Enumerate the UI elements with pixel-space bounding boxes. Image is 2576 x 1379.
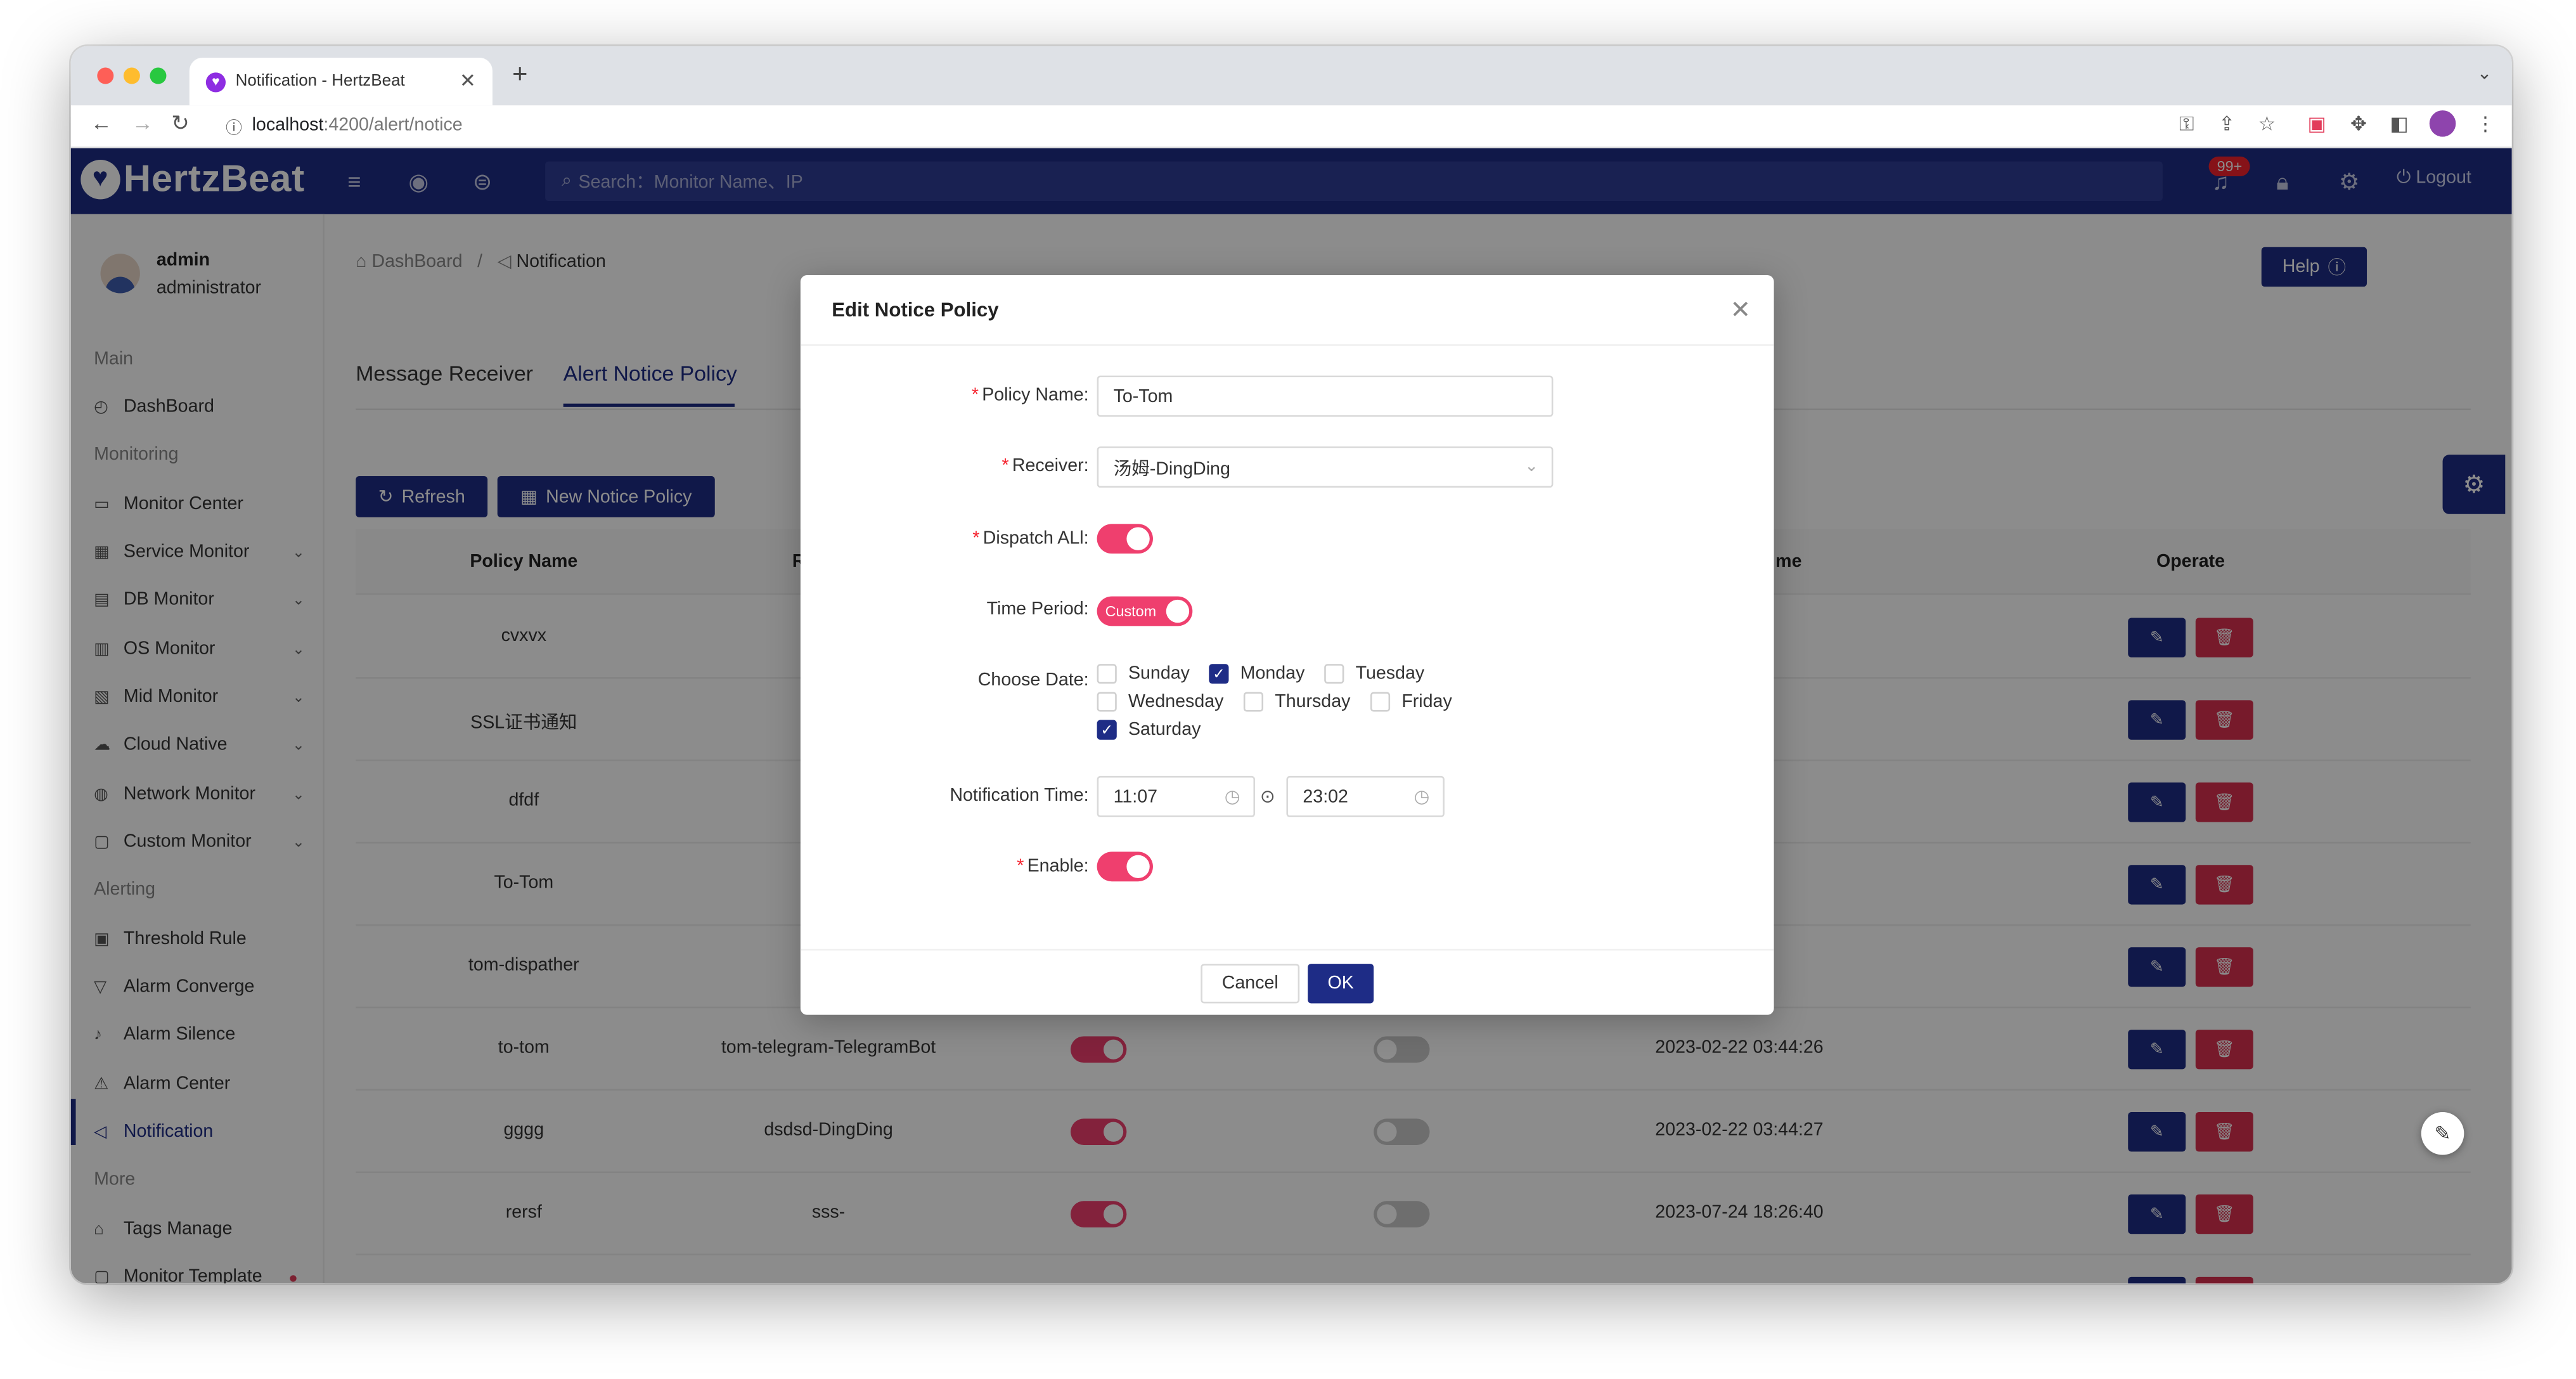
close-icon[interactable]: ✕ — [1730, 295, 1751, 325]
tab-title: Notification - HertzBeat — [235, 72, 405, 91]
label-text: Dispatch ALl — [982, 529, 1084, 549]
forward-icon[interactable]: → — [132, 110, 153, 135]
tab-search-chevron-icon[interactable]: ⌄ — [2477, 63, 2492, 84]
dispatch-all-toggle[interactable] — [1097, 524, 1153, 554]
day-label: Monday — [1240, 664, 1305, 684]
label-text: Enable — [1027, 857, 1084, 877]
day-checkbox-thursday[interactable]: Thursday — [1243, 692, 1351, 712]
edit-notice-policy-dialog: Edit Notice Policy ✕ * Policy Name: To-To… — [800, 275, 1774, 1015]
cancel-button[interactable]: Cancel — [1201, 964, 1300, 1004]
browser-tab-strip: ♥ Notification - HertzBeat ✕ + ⌄ — [70, 46, 2512, 106]
toggle-knob — [1166, 599, 1190, 623]
profile-avatar[interactable] — [2429, 110, 2456, 137]
required-mark: * — [1017, 857, 1024, 877]
enable-label: * Enable: — [1017, 857, 1089, 877]
day-checkbox-saturday[interactable]: ✓ Saturday — [1097, 720, 1201, 740]
day-checkbox-sunday[interactable]: Sunday — [1097, 664, 1190, 684]
label-text: Time Period — [986, 599, 1084, 620]
dialog-header: Edit Notice Policy ✕ — [800, 275, 1774, 346]
dialog-title: Edit Notice Policy — [832, 298, 999, 321]
close-tab-icon[interactable]: ✕ — [460, 69, 476, 92]
side-panel-icon[interactable]: ◧ — [2390, 112, 2408, 135]
day-label: Friday — [1401, 692, 1452, 712]
extensions-icon[interactable]: ✥ — [2350, 112, 2367, 135]
address-bar: ← → ↻ ⓘ localhost:4200/alert/notice ⚿ ⇪ … — [70, 105, 2512, 148]
browser-window: ♥ Notification - HertzBeat ✕ + ⌄ ← → ↻ ⓘ… — [70, 46, 2512, 1284]
reload-icon[interactable]: ↻ — [171, 110, 189, 137]
toggle-knob — [1126, 855, 1150, 879]
receiver-value: 汤姆-DingDing — [1113, 458, 1230, 479]
toggle-knob — [1126, 527, 1150, 550]
checkbox-box — [1097, 664, 1117, 684]
policy-name-label: * Policy Name: — [971, 385, 1089, 406]
back-icon[interactable]: ← — [91, 110, 112, 135]
floating-tool-icon[interactable]: ✎ — [2421, 1111, 2464, 1155]
bookmark-star-icon[interactable]: ☆ — [2258, 112, 2276, 135]
dialog-footer: Cancel OK — [800, 948, 1774, 1015]
day-checkbox-wednesday[interactable]: Wednesday — [1097, 692, 1224, 712]
maximize-window-dot[interactable] — [150, 67, 167, 84]
day-checkbox-tuesday[interactable]: Tuesday — [1324, 664, 1425, 684]
required-mark: * — [972, 529, 980, 549]
receiver-label: * Receiver: — [1001, 456, 1089, 476]
checkbox-box — [1370, 692, 1391, 712]
day-label: Tuesday — [1355, 664, 1425, 684]
time-period-label: Time Period: — [986, 599, 1089, 620]
choose-date-label: Choose Date: — [977, 670, 1089, 690]
label-text: Notification Time — [950, 786, 1084, 806]
end-time-picker[interactable]: 23:02 ◷ — [1286, 775, 1445, 817]
dispatch-label: * Dispatch ALl: — [972, 529, 1089, 549]
clock-icon: ◷ — [1224, 787, 1240, 808]
day-label: Saturday — [1128, 720, 1201, 740]
notification-time-label: Notification Time: — [950, 786, 1089, 806]
receiver-select[interactable]: 汤姆-DingDing ⌄ — [1097, 446, 1554, 488]
start-time-value: 11:07 — [1113, 786, 1158, 806]
hertzbeat-favicon-icon: ♥ — [205, 72, 226, 92]
enable-toggle[interactable] — [1097, 851, 1153, 882]
range-separator-icon: ⊙ — [1259, 787, 1275, 808]
checkbox-box — [1243, 692, 1264, 712]
day-label: Sunday — [1128, 664, 1190, 684]
end-time-value: 23:02 — [1303, 786, 1348, 806]
time-period-toggle[interactable]: Custom — [1097, 596, 1193, 626]
close-window-dot[interactable] — [97, 67, 114, 84]
label-text: Receiver — [1012, 456, 1084, 476]
label-text: Choose Date — [977, 670, 1084, 690]
day-checkbox-monday[interactable]: ✓ Monday — [1209, 664, 1305, 684]
day-label: Thursday — [1275, 692, 1351, 712]
policy-name-value: To-Tom — [1113, 386, 1173, 406]
day-label: Wednesday — [1128, 692, 1224, 712]
site-info-icon[interactable]: ⓘ — [226, 113, 242, 138]
ok-button[interactable]: OK — [1308, 964, 1374, 1004]
new-tab-icon[interactable]: + — [512, 61, 527, 91]
browser-tab[interactable]: ♥ Notification - HertzBeat ✕ — [189, 57, 493, 106]
checkbox-box — [1097, 692, 1117, 712]
checkbox-box: ✓ — [1209, 664, 1229, 684]
key-icon[interactable]: ⚿ — [2179, 112, 2194, 137]
start-time-picker[interactable]: 11:07 ◷ — [1097, 775, 1256, 817]
url-field[interactable]: ⓘ localhost:4200/alert/notice — [212, 107, 2298, 143]
chevron-down-icon: ⌄ — [1524, 458, 1538, 476]
url-path: :4200/alert/notice — [323, 115, 463, 136]
day-checkbox-friday[interactable]: Friday — [1370, 692, 1452, 712]
required-mark: * — [1001, 456, 1009, 476]
time-period-value: Custom — [1105, 603, 1157, 620]
checkbox-box: ✓ — [1097, 720, 1117, 740]
share-icon[interactable]: ⇪ — [2219, 112, 2235, 135]
label-text: Policy Name — [982, 385, 1084, 406]
required-mark: * — [971, 385, 979, 406]
url-host: localhost — [252, 115, 324, 136]
policy-name-input[interactable]: To-Tom — [1097, 375, 1554, 417]
translate-extension-icon[interactable]: ▣ — [2307, 112, 2326, 135]
checkbox-box — [1324, 664, 1344, 684]
minimize-window-dot[interactable] — [123, 67, 140, 84]
browser-menu-icon[interactable]: ⋮ — [2476, 112, 2496, 135]
clock-icon: ◷ — [1414, 787, 1430, 808]
